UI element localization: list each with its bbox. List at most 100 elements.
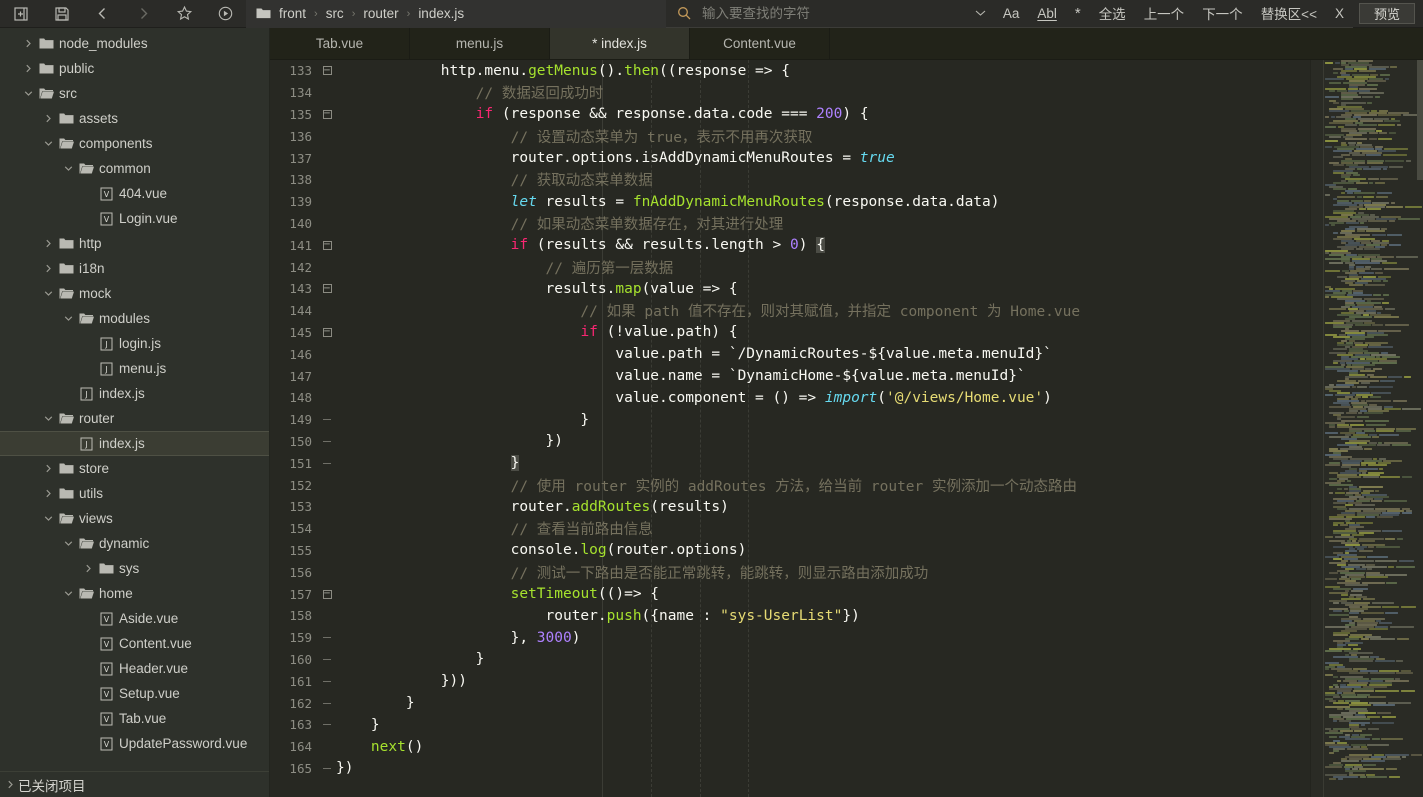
editor-tabbar[interactable]: Tab.vue menu.js * index.js Content.vue [270,28,1423,60]
chevron-down-icon[interactable] [60,589,76,598]
tree-item-index-js[interactable]: Jindex.js [0,381,269,406]
code-line[interactable]: 164 next() [270,736,1310,758]
run-icon[interactable] [205,0,246,28]
code-line[interactable]: 145 ─ if (!value.path) { [270,322,1310,344]
fold-collapse-icon[interactable]: ─ [318,240,336,250]
chevron-right-icon[interactable] [20,39,36,48]
find-previous-button[interactable]: 上一个 [1135,0,1194,27]
chevron-down-icon[interactable] [967,0,994,27]
fold-end-marker[interactable] [318,702,336,704]
fold-collapse-icon[interactable]: ─ [318,284,336,294]
chevron-right-icon[interactable] [40,489,56,498]
code-line[interactable]: 158 router.push({name : "sys-UserList"}) [270,605,1310,627]
code-line[interactable]: 156 // 测试一下路由是否能正常跳转，能跳转，则显示路由添加成功 [270,561,1310,583]
fold-end-marker[interactable] [318,419,336,421]
tree-item-dynamic[interactable]: dynamic [0,531,269,556]
code-line[interactable]: 141 ─ if (results && results.length > 0) … [270,234,1310,256]
chevron-down-icon[interactable] [60,164,76,173]
tree-item-home[interactable]: home [0,581,269,606]
code-line[interactable]: 151 } [270,452,1310,474]
tree-item-router[interactable]: router [0,406,269,431]
closed-projects-row[interactable]: 已关闭项目 [0,771,269,797]
fold-end-marker[interactable] [318,680,336,682]
vertical-scrollbar-thumb[interactable] [1417,60,1423,180]
toggle-replace-button[interactable]: 替换区<< [1252,0,1326,27]
fold-collapse-icon[interactable]: ─ [318,109,336,119]
fold-end-marker[interactable] [318,658,336,660]
chevron-right-icon[interactable] [80,564,96,573]
tree-item-mock[interactable]: mock [0,281,269,306]
chevron-right-icon[interactable] [40,114,56,123]
select-all-button[interactable]: 全选 [1090,0,1135,27]
tree-item-header-vue[interactable]: V Header.vue [0,656,269,681]
search-icon[interactable] [666,5,702,21]
code-line[interactable]: 144 // 如果 path 值不存在，则对其赋值，并指定 component … [270,300,1310,322]
tree-item-menu-js[interactable]: Jmenu.js [0,356,269,381]
whole-word-toggle[interactable]: Abl [1028,0,1066,27]
chevron-down-icon[interactable] [40,139,56,148]
code-line[interactable]: 135 ─ if (response && response.data.code … [270,104,1310,126]
fold-end-marker[interactable] [318,440,336,442]
chevron-down-icon[interactable] [60,314,76,323]
code-line[interactable]: 146 value.path = `/DynamicRoutes-${value… [270,343,1310,365]
fold-collapse-icon[interactable]: ─ [318,327,336,337]
code-line[interactable]: 157 ─ setTimeout(()=> { [270,583,1310,605]
tree-item-i18n[interactable]: i18n [0,256,269,281]
code-line[interactable]: 152 // 使用 router 实例的 addRoutes 方法，给当前 ro… [270,474,1310,496]
forward-arrow-icon[interactable] [123,0,164,28]
code-scroll-region[interactable]: 133 ─ http.menu.getMenus().then((response… [270,60,1310,797]
code-line[interactable]: 160 } [270,649,1310,671]
chevron-down-icon[interactable] [20,89,36,98]
search-input[interactable] [702,5,967,21]
fold-end-marker[interactable] [318,724,336,726]
breadcrumb-item-1[interactable]: src [323,6,347,21]
code-line[interactable]: 161 })) [270,670,1310,692]
code-line[interactable]: 148 value.component = () => import('@/vi… [270,387,1310,409]
code-line[interactable]: 138 // 获取动态菜单数据 [270,169,1310,191]
match-case-toggle[interactable]: Aa [994,0,1029,27]
chevron-down-icon[interactable] [40,514,56,523]
save-icon[interactable] [41,0,82,28]
fold-collapse-icon[interactable]: ─ [318,66,336,76]
breadcrumb-item-2[interactable]: router [360,6,401,21]
code-line[interactable]: 163 } [270,714,1310,736]
close-search-button[interactable]: X [1326,0,1353,27]
code-line[interactable]: 143 ─ results.map(value => { [270,278,1310,300]
code-line[interactable]: 139 let results = fnAddDynamicMenuRoutes… [270,191,1310,213]
code-line[interactable]: 162 } [270,692,1310,714]
tree-item-components[interactable]: components [0,131,269,156]
tree-item-http[interactable]: http [0,231,269,256]
tree-item-tab-vue[interactable]: V Tab.vue [0,706,269,731]
fold-collapse-icon[interactable]: ─ [318,589,336,599]
code-line[interactable]: 142 // 遍历第一层数据 [270,256,1310,278]
editor-tab-tab.vue[interactable]: Tab.vue [270,28,410,59]
editor-tab-content.vue[interactable]: Content.vue [690,28,830,59]
fold-end-marker[interactable] [318,637,336,639]
code-line[interactable]: 165}) [270,758,1310,780]
tree-item-login-vue[interactable]: V Login.vue [0,206,269,231]
new-file-icon[interactable] [0,0,41,28]
chevron-right-icon[interactable] [40,464,56,473]
code-minimap[interactable] [1310,60,1423,797]
tree-item-404-vue[interactable]: V 404.vue [0,181,269,206]
preview-button[interactable]: 预览 [1358,3,1415,24]
editor-tab-menu.js[interactable]: menu.js [410,28,550,59]
breadcrumb-item-3[interactable]: index.js [415,6,467,21]
chevron-right-icon[interactable] [40,239,56,248]
chevron-down-icon[interactable] [40,289,56,298]
regex-toggle[interactable]: * [1066,0,1090,27]
tree-item-login-js[interactable]: Jlogin.js [0,331,269,356]
code-line[interactable]: 150 }) [270,431,1310,453]
chevron-down-icon[interactable] [40,414,56,423]
tree-item-common[interactable]: common [0,156,269,181]
tree-item-updatepassword-vue[interactable]: V UpdatePassword.vue [0,731,269,756]
code-lines[interactable]: 133 ─ http.menu.getMenus().then((response… [270,60,1310,779]
code-line[interactable]: 136 // 设置动态菜单为 true，表示不用再次获取 [270,125,1310,147]
code-line[interactable]: 153 router.addRoutes(results) [270,496,1310,518]
code-line[interactable]: 154 // 查看当前路由信息 [270,518,1310,540]
breadcrumb-item-0[interactable]: front [276,6,309,21]
star-icon[interactable] [164,0,205,28]
code-line[interactable]: 134 // 数据返回成功时 [270,82,1310,104]
tree-item-sys[interactable]: sys [0,556,269,581]
tree-item-setup-vue[interactable]: V Setup.vue [0,681,269,706]
